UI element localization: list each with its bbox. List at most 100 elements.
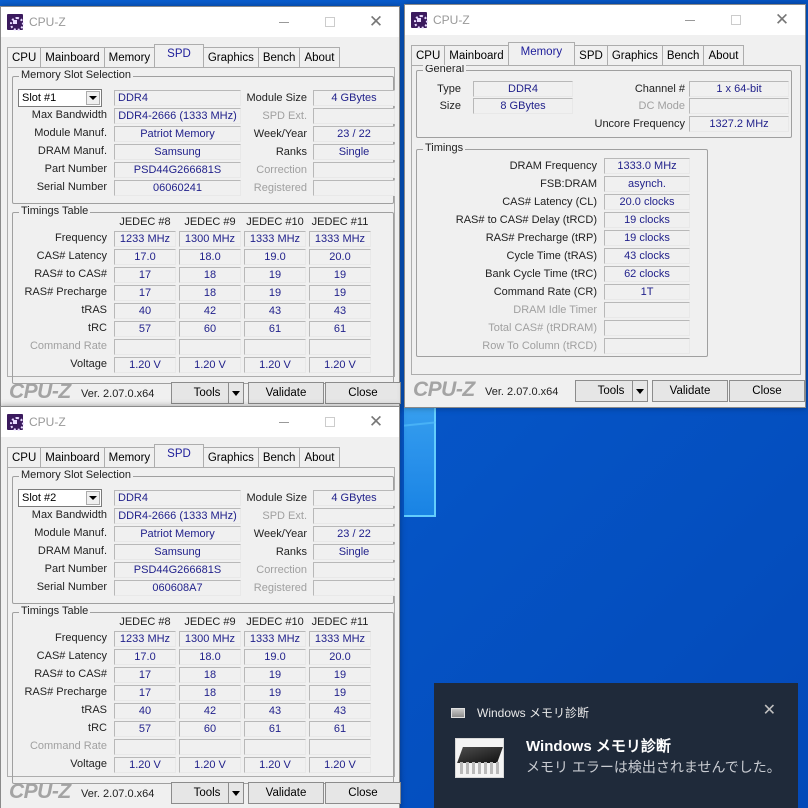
maximize-button[interactable] xyxy=(307,7,353,37)
timing-cell: 20.0 xyxy=(309,249,371,265)
serial-number-value: 060608A7 xyxy=(114,580,241,596)
timing-cell xyxy=(179,339,241,355)
timing-cell: 40 xyxy=(114,303,176,319)
tab-spd[interactable]: SPD xyxy=(154,444,204,467)
timings-column-header: JEDEC #10 xyxy=(246,216,304,228)
timings-column-header: JEDEC #10 xyxy=(246,616,304,628)
timing-label: FSB:DRAM xyxy=(540,178,597,190)
cpuz-app-icon xyxy=(7,14,24,31)
timing-cell: 43 xyxy=(309,303,371,319)
timing-cell: 1.20 V xyxy=(114,357,176,373)
timing-cell: 17 xyxy=(114,667,176,683)
tab-cpu[interactable]: CPU xyxy=(411,45,446,65)
part-number-value: PSD44G266681S xyxy=(114,162,241,178)
timing-value: asynch. xyxy=(604,176,690,192)
tab-bench[interactable]: Bench xyxy=(257,447,301,467)
tab-bench[interactable]: Bench xyxy=(257,47,301,67)
timing-row-label: Frequency xyxy=(55,632,107,644)
timing-cell xyxy=(244,339,306,355)
maximize-button[interactable] xyxy=(713,5,759,35)
toast-message: メモリ エラーは検出されませんでした。 xyxy=(526,759,781,775)
slot-select-dropdown[interactable]: Slot #1 xyxy=(18,89,102,107)
correction-value xyxy=(313,562,395,578)
tab-about[interactable]: About xyxy=(299,447,340,467)
correction-label: Correction xyxy=(256,164,307,176)
chevron-down-icon[interactable] xyxy=(86,91,100,105)
tab-memory[interactable]: Memory xyxy=(103,47,156,67)
validate-button[interactable]: Validate xyxy=(248,382,324,404)
timing-row-label: RAS# to CAS# xyxy=(34,268,107,280)
close-button[interactable]: Close xyxy=(325,782,401,804)
timing-cell: 1233 MHz xyxy=(114,631,176,647)
timing-row-label: tRC xyxy=(88,322,107,334)
tab-about[interactable]: About xyxy=(703,45,744,65)
timings-group: Timings DRAM Frequency 1333.0 MHz FSB:DRAM a… xyxy=(416,142,708,357)
timing-cell: 1333 MHz xyxy=(244,231,306,247)
timings-table-group: Timings Table JEDEC #8 JEDEC #9 JEDEC #10 JE… xyxy=(12,205,394,384)
timings-column-header: JEDEC #8 xyxy=(119,216,171,228)
tools-dropdown-arrow[interactable] xyxy=(228,782,244,804)
timing-cell: 1.20 V xyxy=(244,357,306,373)
tab-graphics[interactable]: Graphics xyxy=(606,45,663,65)
maximize-button[interactable] xyxy=(307,407,353,437)
minimize-button[interactable] xyxy=(261,407,307,437)
part-number-label: Part Number xyxy=(44,563,107,575)
timing-value: 19 clocks xyxy=(604,212,690,228)
registered-label: Registered xyxy=(253,182,307,194)
timing-value: 1T xyxy=(604,284,690,300)
tab-graphics[interactable]: Graphics xyxy=(202,47,259,67)
tools-dropdown-arrow[interactable] xyxy=(632,380,648,402)
cpuz-brand-logo: CPU-Z xyxy=(9,380,71,403)
tab-cpu[interactable]: CPU xyxy=(7,47,42,67)
title-bar[interactable]: CPU-Z ✕ xyxy=(1,7,399,37)
minimize-button[interactable] xyxy=(667,5,713,35)
timing-value: 20.0 clocks xyxy=(604,194,690,210)
close-button[interactable]: Close xyxy=(729,380,805,402)
validate-button[interactable]: Validate xyxy=(652,380,728,402)
slot-select-dropdown[interactable]: Slot #2 xyxy=(18,489,102,507)
timing-row-label: RAS# to CAS# xyxy=(34,668,107,680)
close-window-button[interactable]: ✕ xyxy=(353,7,399,37)
timing-cell: 43 xyxy=(244,303,306,319)
tab-memory[interactable]: Memory xyxy=(507,42,576,65)
timing-label: Row To Column (tRCD) xyxy=(482,340,597,352)
timings-column-header: JEDEC #9 xyxy=(184,616,236,628)
timing-cell: 19 xyxy=(309,267,371,283)
timings-column-header: JEDEC #11 xyxy=(311,616,369,628)
memory-type-value: DDR4 xyxy=(473,81,573,97)
timing-row-label: Command Rate xyxy=(29,340,107,352)
validate-button[interactable]: Validate xyxy=(248,782,324,804)
timing-row-label: Command Rate xyxy=(29,740,107,752)
timing-cell: 61 xyxy=(244,721,306,737)
title-bar[interactable]: CPU-Z ✕ xyxy=(1,407,399,437)
timing-cell: 1.20 V xyxy=(309,357,371,373)
title-bar[interactable]: CPU-Z ✕ xyxy=(405,5,805,35)
notification-toast[interactable]: Windows メモリ診断 ✕ Windows メモリ診断 メモリ エラーは検出… xyxy=(434,683,798,808)
timing-cell: 1.20 V xyxy=(244,757,306,773)
tab-graphics[interactable]: Graphics xyxy=(202,447,259,467)
close-window-button[interactable]: ✕ xyxy=(759,5,805,35)
close-button[interactable]: Close xyxy=(325,382,401,404)
tab-bench[interactable]: Bench xyxy=(661,45,705,65)
minimize-button[interactable] xyxy=(261,7,307,37)
timing-cell: 1300 MHz xyxy=(179,631,241,647)
maximize-icon xyxy=(325,17,335,27)
tab-mainboard[interactable]: Mainboard xyxy=(40,447,105,467)
tab-memory[interactable]: Memory xyxy=(103,447,156,467)
chevron-down-icon[interactable] xyxy=(86,491,100,505)
tools-dropdown-arrow[interactable] xyxy=(228,382,244,404)
tab-spd[interactable]: SPD xyxy=(574,45,608,65)
ranks-value: Single xyxy=(313,144,395,160)
close-icon[interactable]: ✕ xyxy=(763,700,776,719)
tab-about[interactable]: About xyxy=(299,47,340,67)
tab-strip: CPU Mainboard Memory SPD Graphics Bench About xyxy=(7,44,340,67)
tab-mainboard[interactable]: Mainboard xyxy=(444,45,509,65)
timing-cell xyxy=(179,739,241,755)
timing-cell: 17.0 xyxy=(114,649,176,665)
tab-cpu[interactable]: CPU xyxy=(7,447,42,467)
timing-cell: 19 xyxy=(244,285,306,301)
tab-mainboard[interactable]: Mainboard xyxy=(40,47,105,67)
timing-row-label: RAS# Precharge xyxy=(24,686,107,698)
tab-spd[interactable]: SPD xyxy=(154,44,204,67)
close-window-button[interactable]: ✕ xyxy=(353,407,399,437)
